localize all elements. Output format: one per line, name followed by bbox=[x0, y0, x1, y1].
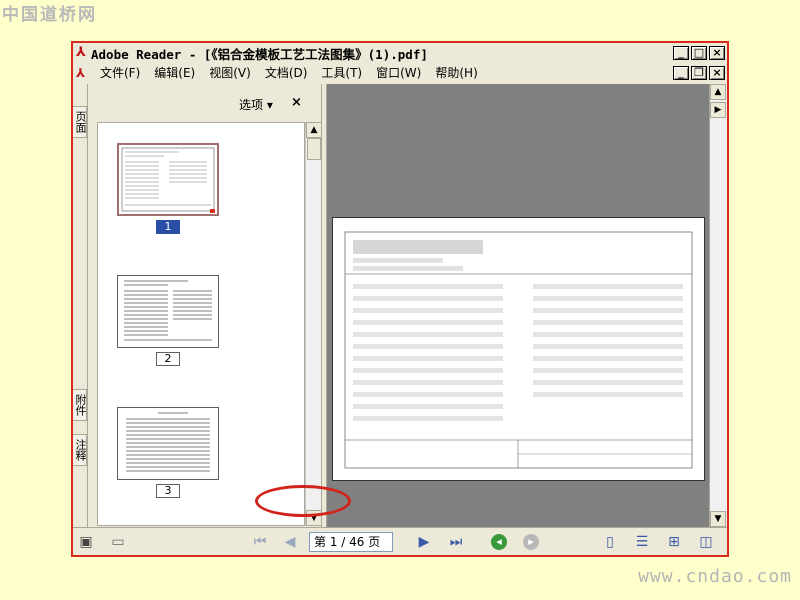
highlight-ellipse bbox=[255, 485, 351, 517]
page-number-field[interactable]: 第 1 / 46 页 bbox=[309, 532, 393, 552]
scroll-right-arrow[interactable]: ▶ bbox=[710, 102, 726, 118]
thumbnail-label-1[interactable]: 1 bbox=[156, 220, 180, 234]
thumbnail-image bbox=[121, 147, 215, 213]
menu-bar: ⅄ 文件(F) 编辑(E) 视图(V) 文档(D) 工具(T) 窗口(W) 帮助… bbox=[73, 63, 727, 82]
document-page bbox=[332, 217, 705, 481]
thumbnail-image bbox=[126, 412, 210, 472]
navigation-tabs: 页面 附件 注释 bbox=[73, 84, 88, 527]
document-menu-icon[interactable]: ⅄ bbox=[76, 66, 90, 80]
scroll-up-arrow[interactable]: ▲ bbox=[710, 84, 726, 100]
close-button[interactable]: × bbox=[709, 46, 725, 60]
page-thumbnail-2[interactable] bbox=[117, 275, 219, 348]
menu-edit[interactable]: 编辑(E) bbox=[148, 64, 203, 81]
page-thumbnail-1[interactable] bbox=[117, 143, 219, 216]
hide-panel-icon[interactable]: ▭ bbox=[109, 533, 127, 551]
scroll-down-arrow[interactable]: ▼ bbox=[710, 511, 726, 527]
thumbnail-scrollbar[interactable]: ▲ ▼ bbox=[305, 122, 322, 526]
watermark-bottom: www.cndao.com bbox=[638, 566, 792, 587]
status-toolbar: ▣ ▭ ⏮ ◀ 第 1 / 46 页 ▶ ⏭ ◂ ▸ ▯ ☰ ⊞ ◫ bbox=[73, 527, 727, 555]
scroll-up-arrow[interactable]: ▲ bbox=[306, 122, 322, 138]
first-page-icon[interactable]: ⏮ bbox=[251, 533, 269, 551]
scroll-thumb[interactable] bbox=[307, 138, 321, 160]
page-thumbnail-3[interactable] bbox=[117, 407, 219, 480]
prev-page-icon[interactable]: ◀ bbox=[281, 533, 299, 551]
thumbnail-list[interactable]: 1 2 3 bbox=[97, 122, 305, 526]
options-menu-button[interactable]: 选项 ▾ bbox=[239, 96, 273, 113]
watermark-top: 中国道桥网 bbox=[2, 5, 97, 25]
app-window: ⅄ Adobe Reader - [《铝合金模板工艺工法图集》(1).pdf] … bbox=[71, 41, 729, 557]
menu-document[interactable]: 文档(D) bbox=[259, 64, 316, 81]
document-scrollbar[interactable]: ▲ ▶ ▼ bbox=[709, 84, 727, 527]
tab-comments[interactable]: 注释 bbox=[73, 434, 87, 466]
panel-close-button[interactable]: × bbox=[291, 95, 302, 110]
minimize-button[interactable]: _ bbox=[673, 46, 689, 60]
thumbnail-image bbox=[124, 280, 212, 341]
menu-window[interactable]: 窗口(W) bbox=[370, 64, 429, 81]
doc-restore-button[interactable]: ❐ bbox=[691, 66, 707, 80]
menu-view[interactable]: 视图(V) bbox=[203, 64, 259, 81]
monitor-icon[interactable]: ▣ bbox=[77, 533, 95, 551]
tab-pages[interactable]: 页面 bbox=[73, 106, 87, 138]
single-page-icon[interactable]: ▯ bbox=[601, 533, 619, 551]
doc-minimize-button[interactable]: _ bbox=[673, 66, 689, 80]
menu-file[interactable]: 文件(F) bbox=[94, 64, 148, 81]
menu-tools[interactable]: 工具(T) bbox=[315, 64, 370, 81]
facing-icon[interactable]: ◫ bbox=[697, 533, 715, 551]
tab-attachments[interactable]: 附件 bbox=[73, 389, 87, 421]
last-page-icon[interactable]: ⏭ bbox=[447, 533, 465, 551]
window-title: Adobe Reader - [《铝合金模板工艺工法图集》(1).pdf] bbox=[91, 46, 428, 62]
menu-help[interactable]: 帮助(H) bbox=[429, 64, 485, 81]
document-view[interactable] bbox=[327, 84, 709, 527]
go-forward-icon[interactable]: ▸ bbox=[523, 534, 539, 550]
maximize-button[interactable]: □ bbox=[691, 46, 707, 60]
go-back-icon[interactable]: ◂ bbox=[491, 534, 507, 550]
panel-header: 选项 ▾ × bbox=[89, 84, 321, 114]
continuous-icon[interactable]: ☰ bbox=[633, 533, 651, 551]
continuous-facing-icon[interactable]: ⊞ bbox=[665, 533, 683, 551]
acrobat-icon: ⅄ bbox=[76, 45, 86, 60]
thumbnail-label-3[interactable]: 3 bbox=[156, 484, 180, 498]
title-bar[interactable]: ⅄ Adobe Reader - [《铝合金模板工艺工法图集》(1).pdf] … bbox=[73, 43, 727, 63]
thumbnail-label-2[interactable]: 2 bbox=[156, 352, 180, 366]
pages-panel: 选项 ▾ × 1 2 3 ▲ ▼ bbox=[89, 84, 322, 527]
next-page-icon[interactable]: ▶ bbox=[415, 533, 433, 551]
page-content-placeholder bbox=[344, 231, 693, 469]
doc-close-button[interactable]: × bbox=[709, 66, 725, 80]
